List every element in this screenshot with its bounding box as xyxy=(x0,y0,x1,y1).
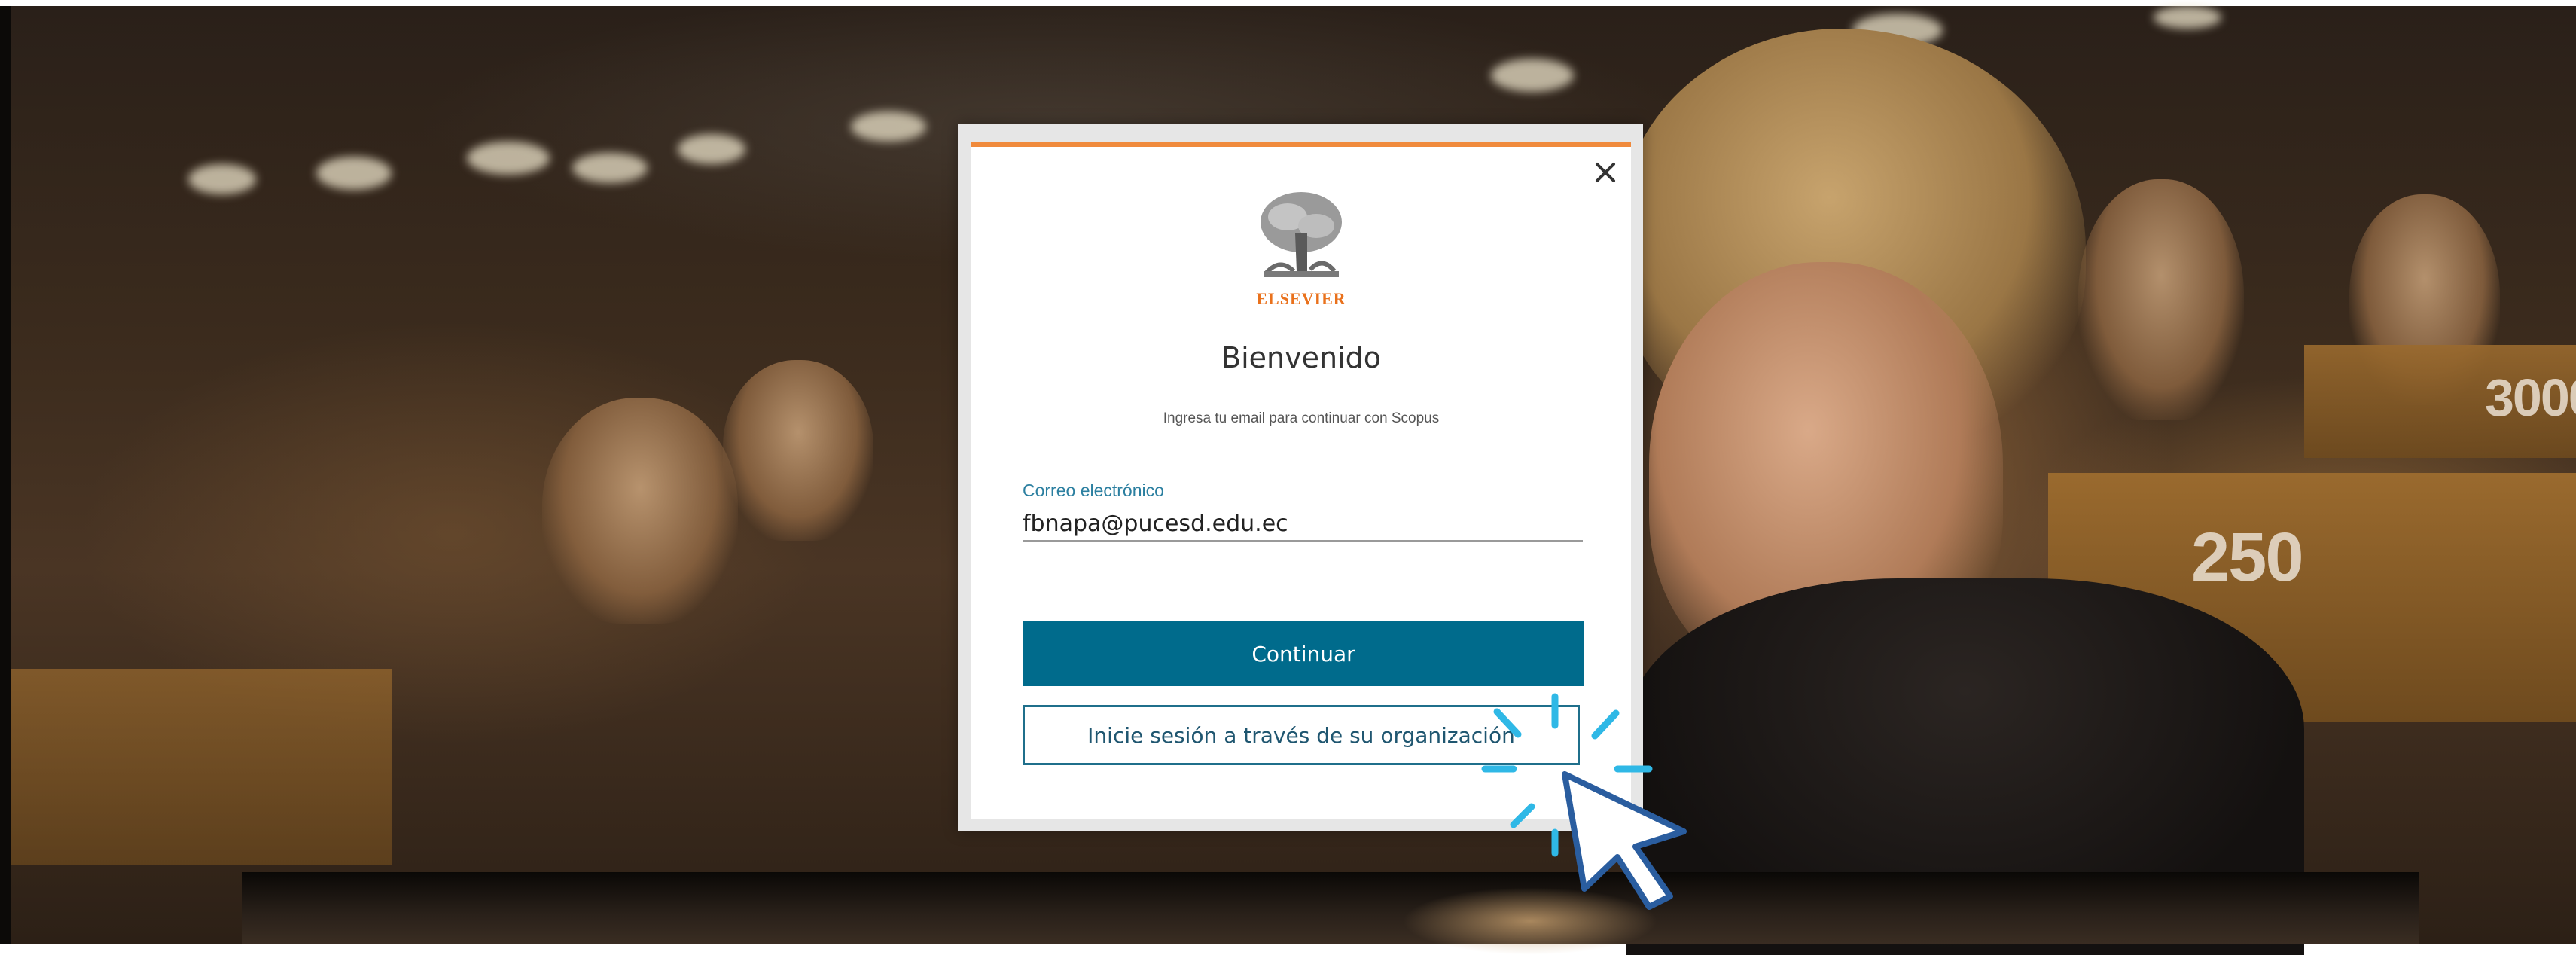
welcome-subtitle: Ingresa tu email para continuar con Scop… xyxy=(1163,410,1440,426)
close-icon xyxy=(1596,163,1615,182)
background-person xyxy=(723,360,873,541)
tree-logo-icon xyxy=(1250,188,1352,282)
background-person xyxy=(2078,179,2244,420)
ceiling-light xyxy=(1491,59,1574,92)
ceiling-light xyxy=(851,111,926,142)
desk xyxy=(0,669,392,865)
photo-strip xyxy=(242,872,2419,955)
continue-button[interactable]: Continuar xyxy=(1023,621,1584,686)
ceiling-light xyxy=(572,153,648,183)
elsevier-wordmark: ELSEVIER xyxy=(1256,289,1346,308)
welcome-title: Bienvenido xyxy=(1221,341,1381,374)
background-person xyxy=(542,398,738,624)
pointer-cursor-icon xyxy=(1562,771,1687,910)
seat-number: 250 xyxy=(2191,519,2303,596)
photo-edge xyxy=(0,6,11,944)
email-label: Correo electrónico xyxy=(1023,481,1164,500)
close-button[interactable] xyxy=(1590,157,1620,188)
elsevier-logo: ELSEVIER xyxy=(1250,188,1352,309)
email-field[interactable] xyxy=(1023,507,1583,542)
ceiling-light xyxy=(467,142,550,175)
ceiling-light xyxy=(2154,6,2221,29)
ceiling-light xyxy=(316,157,392,190)
seat-number: 3000 xyxy=(2485,368,2576,427)
ceiling-light xyxy=(678,134,745,164)
ceiling-light xyxy=(188,164,256,194)
